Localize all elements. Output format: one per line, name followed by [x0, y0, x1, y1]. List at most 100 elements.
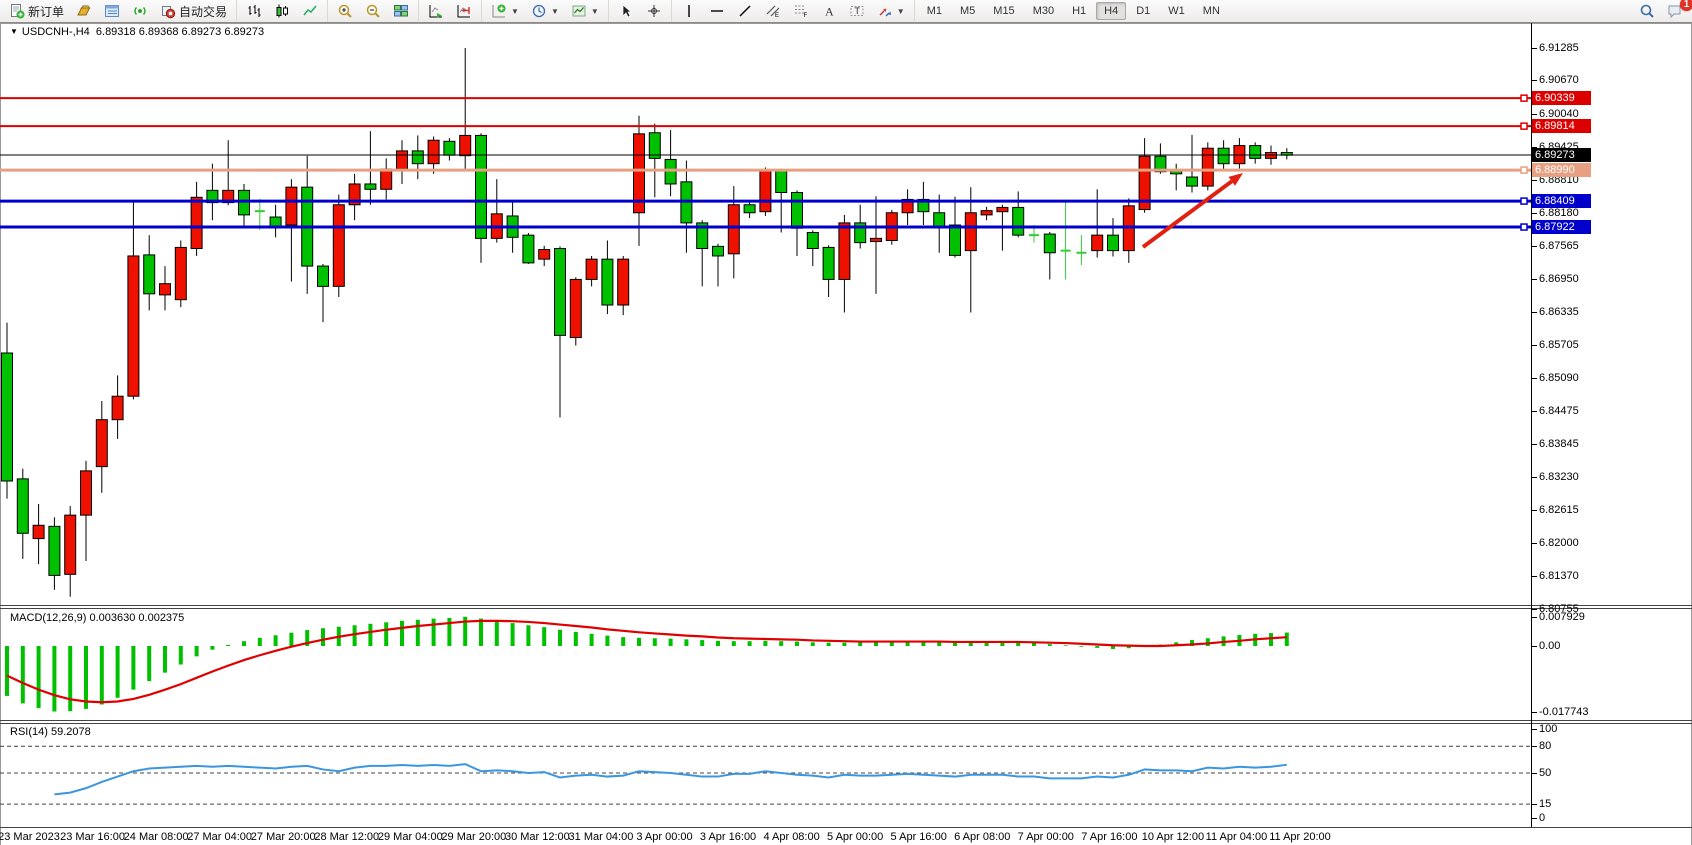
rsi-axis-label: 80	[1539, 740, 1551, 752]
price-badge: 6.89273	[1532, 148, 1591, 162]
crosshair-button[interactable]	[641, 1, 667, 21]
market-watch-button[interactable]	[99, 1, 125, 21]
time-axis-label: 28 Mar 12:00	[314, 831, 379, 843]
candles	[2, 48, 1293, 597]
signals-button[interactable]	[127, 1, 153, 21]
auto-trading-button[interactable]: 自动交易	[155, 1, 232, 22]
periods-button[interactable]: ▼	[526, 1, 564, 21]
text-label-button[interactable]: T	[844, 1, 870, 21]
price-tick-label: 6.83845	[1539, 438, 1579, 450]
chart-shift-button[interactable]	[451, 1, 477, 21]
bar-chart-button[interactable]	[241, 1, 267, 21]
zoom-out-button[interactable]	[360, 1, 386, 21]
price-tick-label: 6.84475	[1539, 405, 1579, 417]
auto-scroll-button[interactable]	[423, 1, 449, 21]
rsi-panel	[0, 746, 1531, 804]
toolbar: 新订单 自动交易 ▼ ▼ ▼ E FA T ▼ M1M5M15M30H1H4D1W1MN 1	[0, 0, 1692, 23]
rsi-axis-label: 50	[1539, 767, 1551, 779]
timeframe-h4-button[interactable]: H4	[1096, 2, 1126, 20]
price-tick-label: 6.90670	[1539, 74, 1579, 86]
time-axis-label: 27 Mar 20:00	[251, 831, 316, 843]
fibonacci-button[interactable]: F	[788, 1, 814, 21]
time-axis-label: 11 Apr 04:00	[1206, 831, 1268, 843]
macd-axis-label: 0.007929	[1539, 611, 1585, 623]
dropdown-caret-icon[interactable]: ▼	[897, 7, 905, 16]
chat-button[interactable]: 1	[1662, 1, 1688, 21]
chart-ohlc: 6.89318 6.89368 6.89273 6.89273	[96, 26, 264, 38]
rsi-axis-label: 0	[1539, 812, 1545, 824]
hline-anchor[interactable]	[1521, 95, 1527, 101]
macd-axis-label: -0.017743	[1539, 706, 1589, 718]
time-axis-label: 7 Apr 00:00	[1018, 831, 1074, 843]
time-axis-label: 31 Mar 04:00	[569, 831, 634, 843]
time-axis-label: 11 Apr 20:00	[1269, 831, 1331, 843]
rsi-indicator-label: RSI(14) 59.2078	[10, 726, 91, 738]
dropdown-caret-icon[interactable]: ▼	[511, 7, 519, 16]
chart-window[interactable]: ▼ USDCNH-,H4 6.89318 6.89368 6.89273 6.89…	[0, 22, 1692, 845]
timeframe-w1-button[interactable]: W1	[1160, 2, 1193, 20]
new-order-button[interactable]: 新订单	[4, 1, 69, 22]
timeframe-mn-button[interactable]: MN	[1195, 2, 1228, 20]
time-axis-label: 5 Apr 00:00	[827, 831, 883, 843]
tile-windows-button[interactable]	[388, 1, 414, 21]
mt4-window: 新订单 自动交易 ▼ ▼ ▼ E FA T ▼ M1M5M15M30H1H4D1W1MN 1 ▼ US…	[0, 0, 1692, 845]
arrows-button[interactable]: ▼	[872, 1, 910, 21]
price-tick-label: 6.86950	[1539, 273, 1579, 285]
price-badge: 6.89814	[1532, 119, 1591, 133]
text-button[interactable]: A	[816, 1, 842, 21]
price-badge: 6.88409	[1532, 194, 1591, 208]
time-axis-label: 29 Mar 04:00	[378, 831, 443, 843]
cursor-button[interactable]	[613, 1, 639, 21]
dropdown-caret-icon[interactable]: ▼	[591, 7, 599, 16]
templates-button[interactable]: ▼	[566, 1, 604, 21]
svg-text:E: E	[775, 13, 779, 19]
hline-anchor[interactable]	[1521, 198, 1527, 204]
chart-menu-caret[interactable]: ▼	[10, 27, 18, 36]
time-axis-label: 5 Apr 16:00	[891, 831, 947, 843]
new-order-label: 新订单	[28, 3, 64, 20]
zoom-in-button[interactable]	[332, 1, 358, 21]
macd-panel	[7, 617, 1287, 712]
gold-chart-button[interactable]	[71, 1, 97, 21]
candlestick-chart-button[interactable]	[269, 1, 295, 21]
trend-arrow-annotation[interactable]	[1143, 181, 1232, 247]
dropdown-caret-icon[interactable]: ▼	[551, 7, 559, 16]
line-chart-button[interactable]	[297, 1, 323, 21]
chart-title: ▼ USDCNH-,H4 6.89318 6.89368 6.89273 6.89…	[10, 26, 264, 38]
chart-canvas[interactable]	[0, 23, 1692, 845]
svg-text:T: T	[854, 6, 860, 16]
notification-badge: 1	[1680, 0, 1692, 11]
equidistant-channel-button[interactable]: E	[760, 1, 786, 21]
time-axis-label: 23 Mar 16:00	[60, 831, 125, 843]
svg-text:A: A	[825, 5, 834, 19]
price-tick-label: 6.91285	[1539, 42, 1579, 54]
timeframe-m1-button[interactable]: M1	[919, 2, 950, 20]
macd-axis-label: 0.00	[1539, 640, 1560, 652]
trendline-button[interactable]	[732, 1, 758, 21]
hline-anchor[interactable]	[1521, 167, 1527, 173]
search-button[interactable]	[1634, 1, 1660, 21]
time-axis-label: 27 Mar 04:00	[187, 831, 252, 843]
price-tick-label: 6.81370	[1539, 570, 1579, 582]
price-tick-label: 6.82615	[1539, 504, 1579, 516]
price-tick-label: 6.82000	[1539, 537, 1579, 549]
hline-anchor[interactable]	[1521, 224, 1527, 230]
timeframe-m30-button[interactable]: M30	[1025, 2, 1062, 20]
chart-symbol-period: USDCNH-,H4	[22, 26, 90, 38]
price-tick-label: 6.87565	[1539, 240, 1579, 252]
hline-anchor[interactable]	[1521, 123, 1527, 129]
time-axis-label: 3 Apr 16:00	[700, 831, 756, 843]
timeframe-h1-button[interactable]: H1	[1064, 2, 1094, 20]
indicators-button[interactable]: ▼	[486, 1, 524, 21]
price-tick-label: 6.83230	[1539, 471, 1579, 483]
timeframe-m15-button[interactable]: M15	[985, 2, 1022, 20]
rsi-axis-label: 15	[1539, 798, 1551, 810]
time-axis-label: 7 Apr 16:00	[1081, 831, 1137, 843]
rsi-axis-label: 100	[1539, 723, 1557, 735]
timeframe-m5-button[interactable]: M5	[952, 2, 983, 20]
price-tick-label: 6.85705	[1539, 339, 1579, 351]
horizontal-line-button[interactable]	[704, 1, 730, 21]
timeframe-d1-button[interactable]: D1	[1128, 2, 1158, 20]
vertical-line-button[interactable]	[676, 1, 702, 21]
time-axis-label: 23 Mar 2023	[0, 831, 60, 843]
